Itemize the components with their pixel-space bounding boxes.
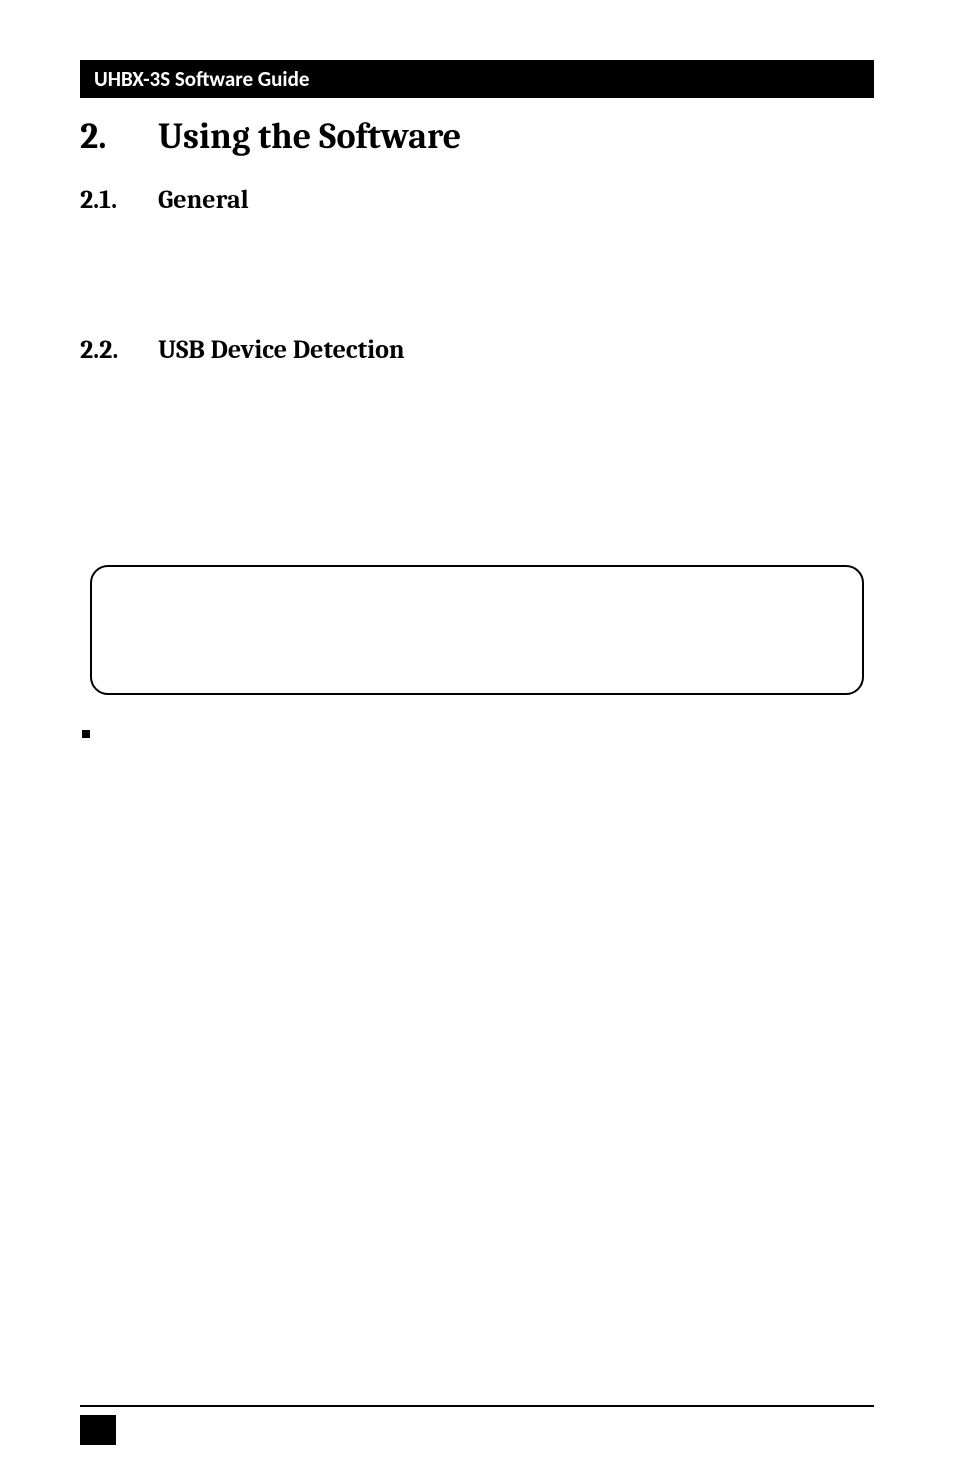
section-heading-usb: 2.2. USB Device Detection bbox=[80, 335, 874, 365]
document-page: UHBX-3S Software Guide 2. Using the Soft… bbox=[0, 0, 954, 1475]
bullet-icon bbox=[82, 730, 90, 738]
note-box bbox=[90, 565, 864, 695]
section-number-1: 2.1. bbox=[80, 185, 158, 215]
section-title-2: USB Device Detection bbox=[158, 335, 405, 365]
chapter-title: Using the Software bbox=[158, 116, 461, 157]
footer-rule bbox=[80, 1405, 874, 1407]
section-title-1: General bbox=[158, 185, 249, 215]
header-bar: UHBX-3S Software Guide bbox=[80, 60, 874, 98]
section-number-2: 2.2. bbox=[80, 335, 158, 365]
header-title: UHBX-3S Software Guide bbox=[94, 66, 309, 92]
footer bbox=[80, 1405, 874, 1415]
section-heading-general: 2.1. General bbox=[80, 185, 874, 215]
chapter-number: 2. bbox=[80, 116, 158, 157]
chapter-heading: 2. Using the Software bbox=[80, 116, 874, 157]
page-number-box bbox=[80, 1415, 116, 1445]
